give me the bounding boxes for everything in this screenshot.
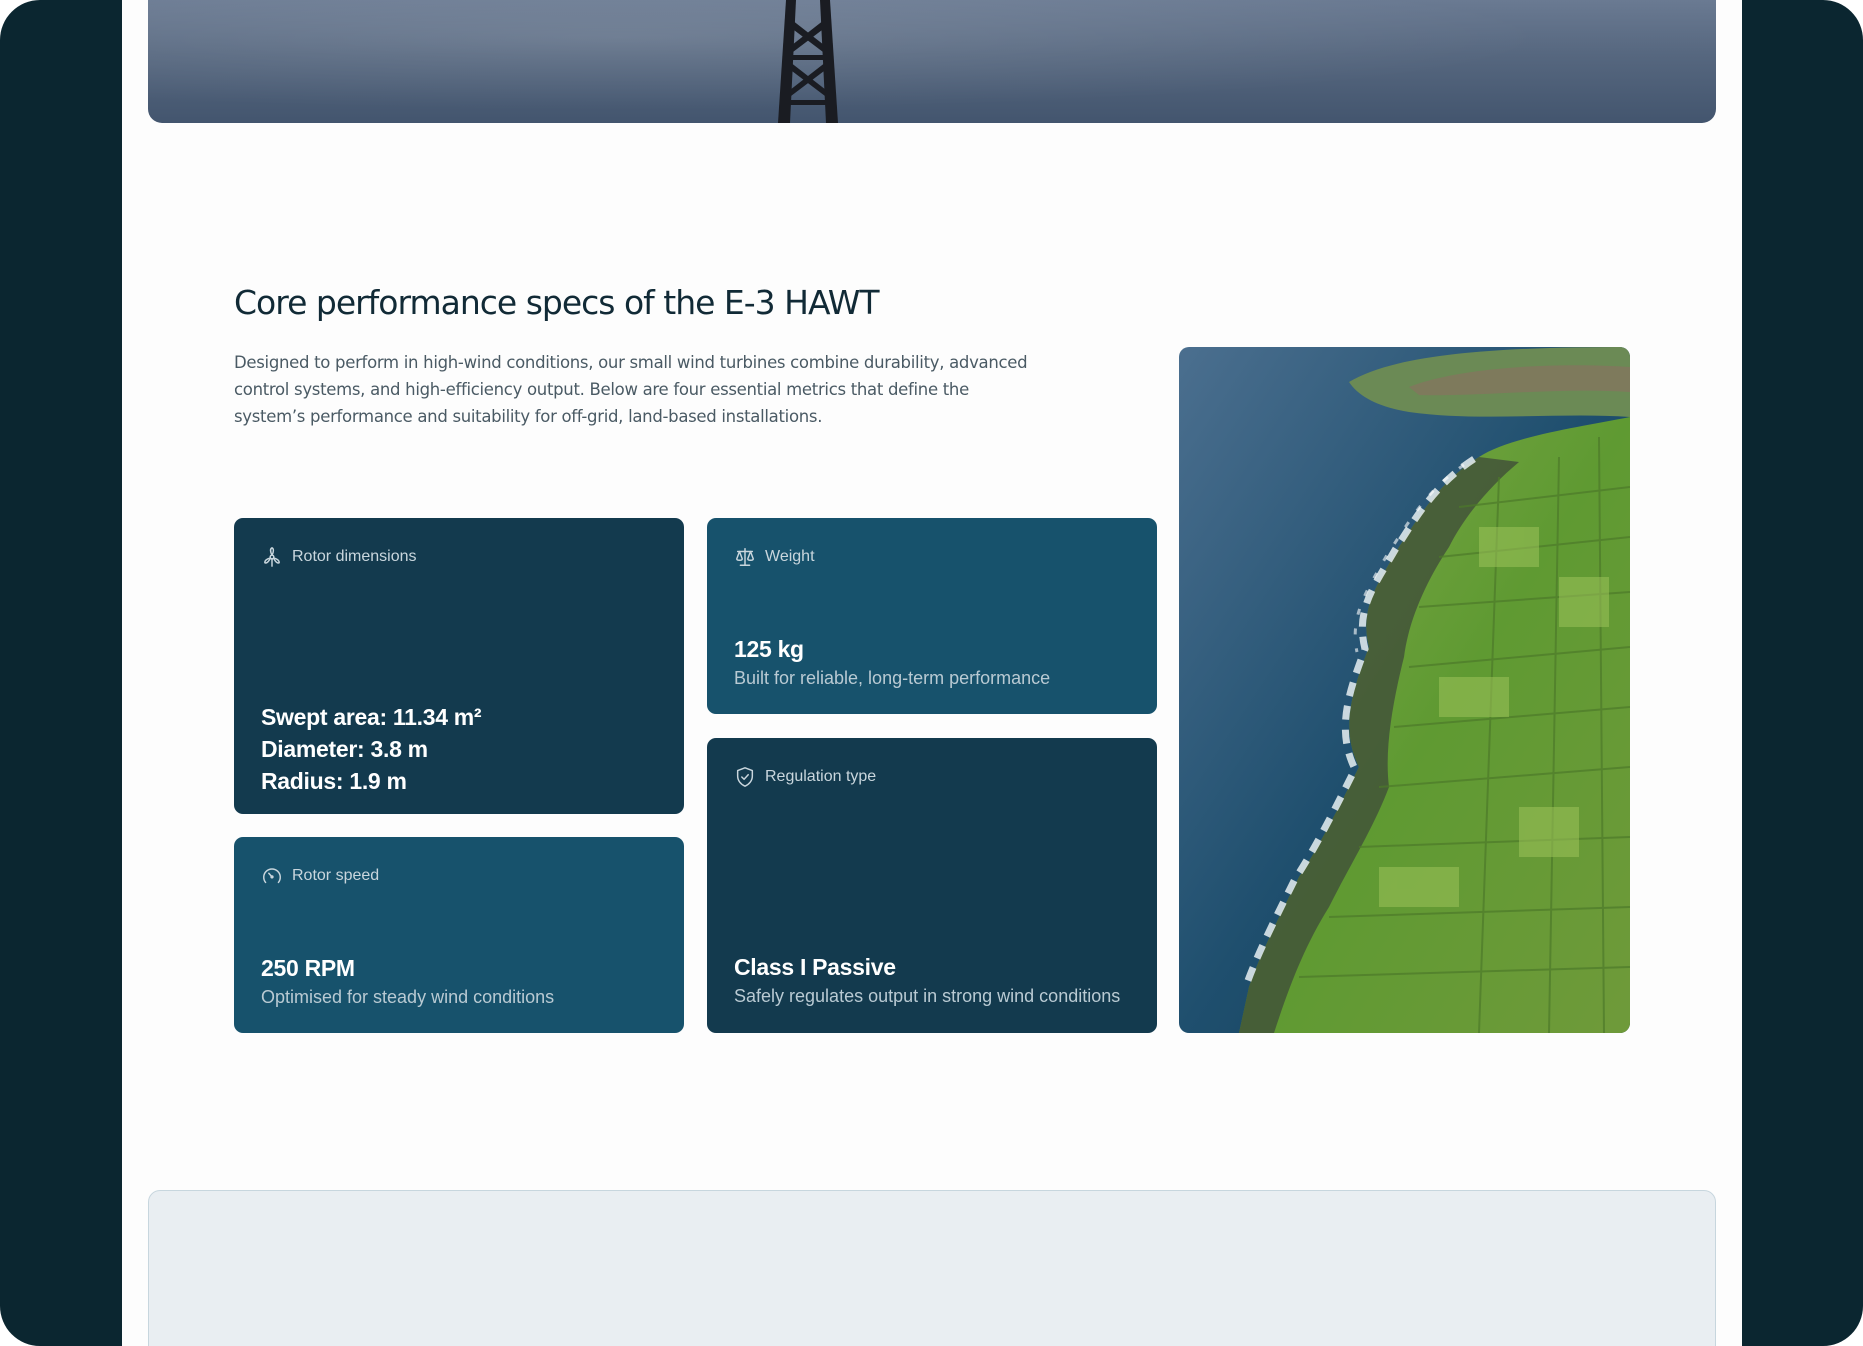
scale-icon: [736, 548, 754, 566]
section-description: Designed to perform in high-wind conditi…: [234, 353, 1028, 426]
regulation-type-header: Regulation type: [734, 766, 876, 788]
rotor-speed-label: Rotor speed: [292, 867, 380, 884]
diameter-value: Diameter: 3.8 m: [261, 736, 428, 762]
rotor-speed-subtitle: Optimised for steady wind conditions: [261, 987, 555, 1007]
section-title: Core performance specs of the E-3 HAWT: [234, 283, 880, 322]
turbine-tower-image: [778, 0, 838, 123]
regulation-type-subtitle: Safely regulates output in strong wind c…: [734, 986, 1121, 1006]
next-section-panel: [148, 1190, 1716, 1346]
shield-check-icon: [736, 767, 754, 787]
rotor-dimensions-label: Rotor dimensions: [292, 548, 417, 565]
rotor-dimensions-header: Rotor dimensions: [261, 546, 417, 568]
weight-subtitle: Built for reliable, long-term performanc…: [734, 668, 1051, 688]
radius-value: Radius: 1.9 m: [261, 768, 407, 794]
page: Core performance specs of the E-3 HAWT D…: [122, 0, 1742, 1346]
regulation-type-label: Regulation type: [765, 768, 877, 785]
turbine-icon: [264, 547, 280, 567]
rotor-speed-header: Rotor speed: [261, 865, 379, 887]
weight-card: Weight 125 kg Built for reliable, long-t…: [707, 518, 1157, 714]
browser-frame: Core performance specs of the E-3 HAWT D…: [0, 0, 1863, 1346]
weight-header: Weight: [734, 546, 815, 568]
rotor-dimensions-card: Rotor dimensions Swept area: 11.34 m² Di…: [234, 518, 684, 814]
rotor-dimensions-values: Swept area: 11.34 m² Diameter: 3.8 m Rad…: [261, 701, 482, 797]
rotor-speed-card: Rotor speed 250 RPM Optimised for steady…: [234, 837, 684, 1033]
rotor-speed-value: 250 RPM: [261, 955, 355, 981]
hero-banner-image: [148, 0, 1716, 123]
weight-value: 125 kg: [734, 636, 804, 662]
coastline-aerial-image: [1179, 347, 1630, 1033]
regulation-type-card: Regulation type Class I Passive Safely r…: [707, 738, 1157, 1033]
gauge-icon: [263, 868, 281, 884]
weight-label: Weight: [765, 548, 815, 565]
regulation-type-value: Class I Passive: [734, 954, 896, 980]
swept-area-value: Swept area: 11.34 m²: [261, 704, 482, 730]
